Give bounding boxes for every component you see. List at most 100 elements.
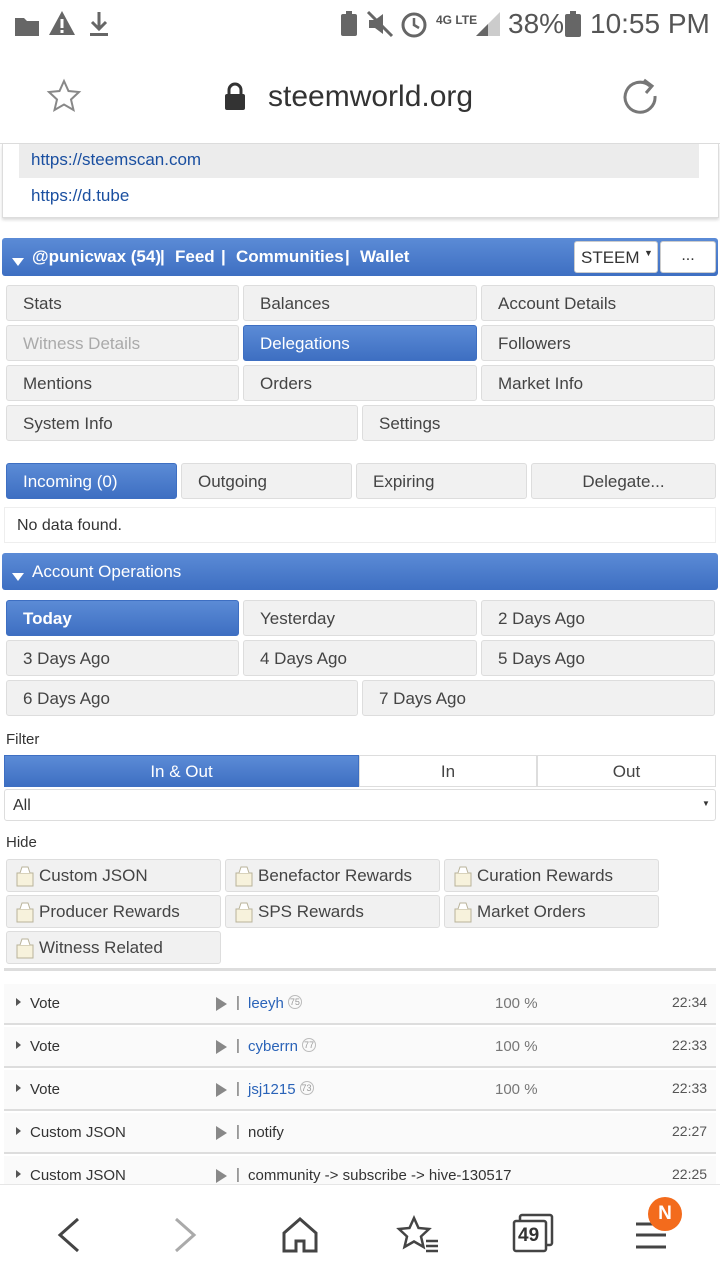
tab-market-info[interactable]: Market Info (481, 365, 715, 401)
hide-producer-rewards[interactable]: Producer Rewards (6, 895, 221, 928)
reputation-badge: 73 (299, 1081, 314, 1095)
tabs-icon[interactable]: 49 (512, 1213, 554, 1260)
separator: | (236, 994, 240, 1011)
filter-in[interactable]: In (359, 755, 537, 787)
day-3-days-ago[interactable]: 3 Days Ago (6, 640, 239, 676)
tab-followers[interactable]: Followers (481, 325, 715, 361)
voter-link[interactable]: jsj1215 73 (248, 1081, 314, 1098)
tab-witness-details[interactable]: Witness Details (6, 325, 239, 361)
expand-icon[interactable] (16, 998, 21, 1006)
voter-link[interactable]: cyberrn 77 (248, 1038, 317, 1055)
play-icon[interactable] (216, 997, 227, 1011)
tab-incoming[interactable]: Incoming (0) (6, 463, 177, 499)
play-icon[interactable] (216, 1126, 227, 1140)
bookmarks-icon[interactable] (396, 1214, 440, 1260)
filter-label: Filter (6, 731, 40, 748)
tab-count: 49 (518, 1225, 540, 1246)
separator: | (236, 1123, 240, 1140)
operation-type-select[interactable]: All ▼ (4, 789, 716, 821)
separator: | (221, 247, 226, 266)
operation-row[interactable]: Custom JSON | community -> subscribe -> … (4, 1156, 716, 1184)
lock-icon (222, 82, 248, 117)
operation-type: Custom JSON (30, 1124, 126, 1141)
operation-type: Vote (30, 1081, 61, 1098)
day-7-days-ago[interactable]: 7 Days Ago (362, 680, 715, 716)
separator: | (345, 247, 350, 266)
day-6-days-ago[interactable]: 6 Days Ago (6, 680, 358, 716)
tab-delegations[interactable]: Delegations (243, 325, 477, 361)
communities-link[interactable]: Communities (236, 247, 344, 267)
expand-icon[interactable] (16, 1084, 21, 1092)
url-text[interactable]: steemworld.org (268, 80, 473, 114)
play-icon[interactable] (216, 1040, 227, 1054)
hide-label-text: Custom JSON (39, 866, 148, 885)
home-icon[interactable] (280, 1215, 320, 1260)
day-2-days-ago[interactable]: 2 Days Ago (481, 600, 715, 636)
tab-settings[interactable]: Settings (362, 405, 715, 441)
account-operations-bar: Account Operations (2, 553, 718, 590)
battery-saver-icon (338, 10, 360, 45)
link-dtube[interactable]: https://d.tube (19, 180, 699, 214)
more-button[interactable]: ... (660, 241, 716, 273)
tab-stats[interactable]: Stats (6, 285, 239, 321)
collapse-icon[interactable] (12, 568, 24, 586)
currency-value: STEEM (581, 248, 640, 267)
reputation-badge: 77 (302, 1038, 317, 1052)
currency-select[interactable]: STEEM ▼ (574, 241, 658, 273)
expand-icon[interactable] (16, 1041, 21, 1049)
separator: | (236, 1166, 240, 1183)
warning-icon (48, 10, 76, 43)
day-4-days-ago[interactable]: 4 Days Ago (243, 640, 477, 676)
star-icon[interactable] (46, 78, 82, 119)
hide-label-text: Market Orders (477, 902, 586, 921)
tab-account-details[interactable]: Account Details (481, 285, 715, 321)
play-icon[interactable] (216, 1169, 227, 1183)
wallet-link[interactable]: Wallet (360, 247, 409, 267)
browser-url-bar: steemworld.org (0, 50, 720, 144)
forward-icon[interactable] (168, 1215, 202, 1260)
link-steemscan[interactable]: https://steemscan.com (19, 144, 699, 178)
operation-type: Vote (30, 995, 61, 1012)
hide-witness-related[interactable]: Witness Related (6, 931, 221, 964)
expand-icon[interactable] (16, 1170, 21, 1178)
play-icon[interactable] (216, 1083, 227, 1097)
back-icon[interactable] (52, 1215, 86, 1260)
hide-custom-json[interactable]: Custom JSON (6, 859, 221, 892)
reputation-badge: 75 (287, 995, 302, 1009)
tab-orders[interactable]: Orders (243, 365, 477, 401)
expand-icon[interactable] (16, 1127, 21, 1135)
feed-link[interactable]: Feed (175, 247, 215, 267)
filter-in-out[interactable]: In & Out (4, 755, 359, 787)
hide-benefactor-rewards[interactable]: Benefactor Rewards (225, 859, 440, 892)
tab-outgoing[interactable]: Outgoing (181, 463, 352, 499)
delegate-button[interactable]: Delegate... (531, 463, 716, 499)
hide-label-text: Benefactor Rewards (258, 866, 413, 885)
operation-row[interactable]: Vote | jsj1215 73 100 % 22:33 (4, 1070, 716, 1111)
browser-bottom-nav: 49 N (0, 1184, 720, 1280)
day-yesterday[interactable]: Yesterday (243, 600, 477, 636)
hide-curation-rewards[interactable]: Curation Rewards (444, 859, 659, 892)
hide-market-orders[interactable]: Market Orders (444, 895, 659, 928)
empty-message: No data found. (4, 507, 716, 543)
checkbox-icon (454, 866, 472, 887)
alarm-icon (400, 10, 428, 45)
tab-system-info[interactable]: System Info (6, 405, 358, 441)
tab-mentions[interactable]: Mentions (6, 365, 239, 401)
day-5-days-ago[interactable]: 5 Days Ago (481, 640, 715, 676)
operation-row[interactable]: Vote | cyberrn 77 100 % 22:33 (4, 1027, 716, 1068)
hide-sps-rewards[interactable]: SPS Rewards (225, 895, 440, 928)
reload-icon[interactable] (620, 76, 660, 121)
voter-link[interactable]: leeyh 75 (248, 995, 302, 1012)
battery-percent: 38% (508, 8, 565, 39)
operation-row[interactable]: Custom JSON | notify 22:27 (4, 1113, 716, 1154)
collapse-icon[interactable] (12, 253, 24, 271)
day-today[interactable]: Today (6, 600, 239, 636)
hide-label-text: Witness Related (39, 938, 163, 957)
operation-time: 22:27 (672, 1123, 708, 1139)
operation-row[interactable]: Vote | leeyh 75 100 % 22:34 (4, 984, 716, 1025)
account-link[interactable]: @punicwax (54) (32, 247, 161, 267)
filter-out[interactable]: Out (537, 755, 716, 787)
tab-balances[interactable]: Balances (243, 285, 477, 321)
download-icon (88, 10, 110, 45)
tab-expiring[interactable]: Expiring (356, 463, 527, 499)
